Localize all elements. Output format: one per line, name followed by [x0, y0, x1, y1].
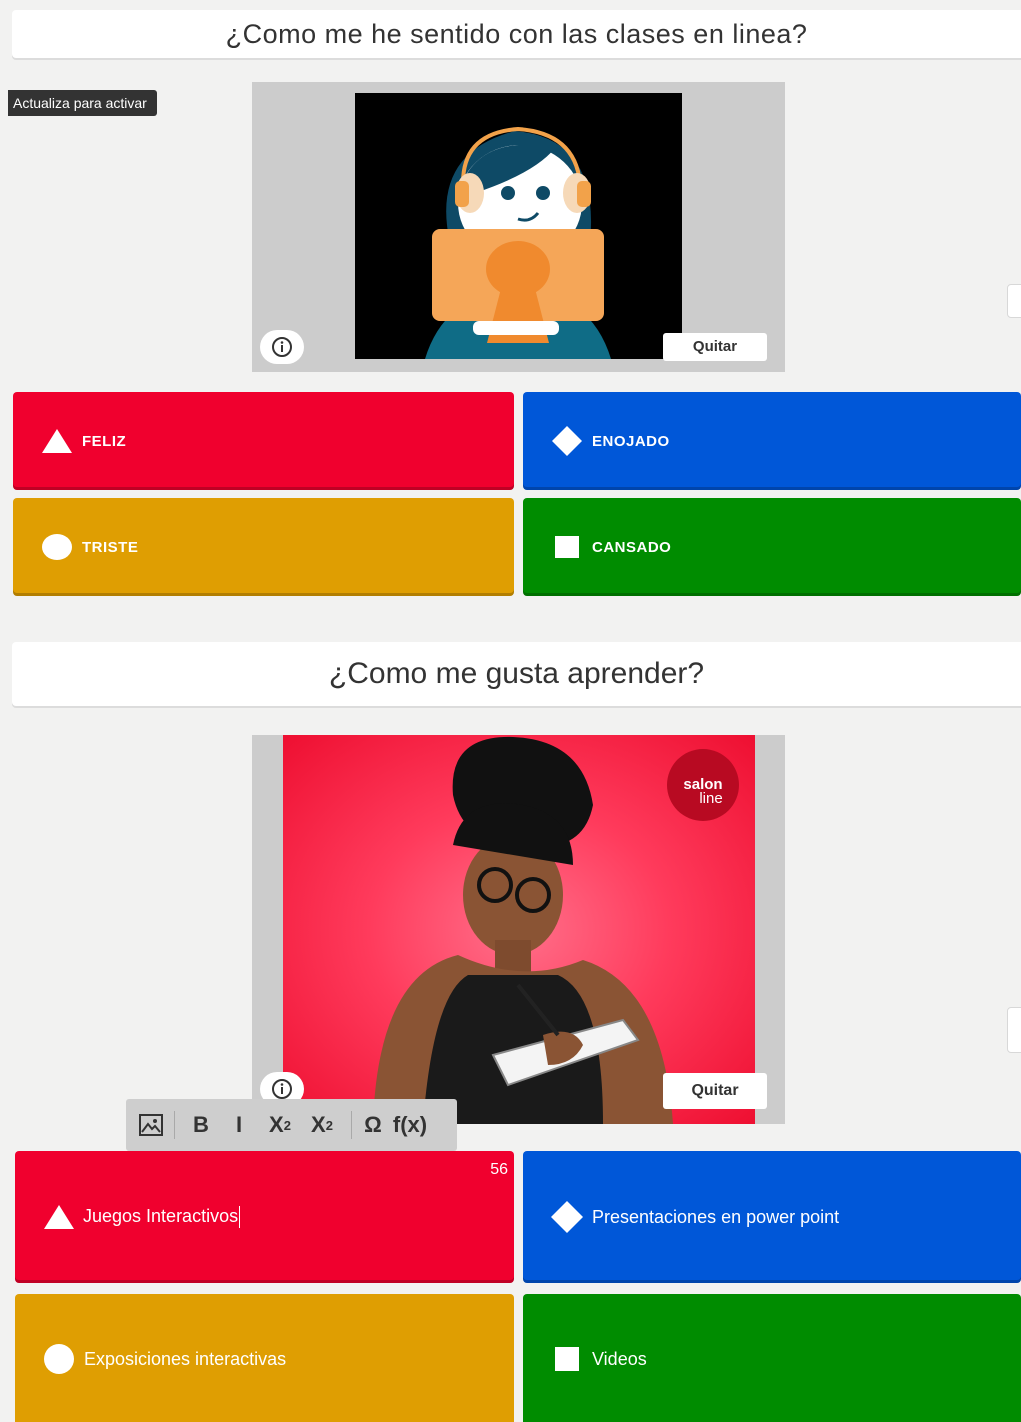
insert-image-icon[interactable] [136, 1105, 166, 1145]
answer-4-green[interactable]: CANSADO [523, 498, 1021, 596]
answer-label: ENOJADO [592, 432, 670, 450]
superscript-mark: 2 [325, 1117, 333, 1133]
answer-4-green[interactable]: Videos [523, 1294, 1021, 1422]
superscript-base: X [311, 1112, 326, 1137]
answer-text-input[interactable]: Juegos Interactivos [83, 1205, 241, 1229]
question-1-media [252, 82, 785, 372]
text-format-toolbar: B I X2 X2 Ω f(x) [126, 1099, 457, 1151]
circle-icon [27, 527, 87, 567]
answer-label: Exposiciones interactivas [84, 1349, 287, 1369]
text-caret [239, 1206, 241, 1229]
remove-media-button[interactable]: Quitar [663, 333, 767, 361]
subscript-button[interactable]: X2 [259, 1105, 301, 1145]
woman-writing-image: salon line [283, 735, 755, 1124]
answer-label: TRISTE [82, 538, 139, 556]
answer-2-blue[interactable]: Presentaciones en power point [523, 1151, 1021, 1283]
toolbar-divider [174, 1111, 175, 1139]
square-icon [537, 1339, 597, 1379]
answer-2-blue[interactable]: ENOJADO [523, 392, 1021, 490]
square-icon [537, 527, 597, 567]
character-counter: 56 [490, 1161, 508, 1178]
triangle-icon [29, 1197, 89, 1237]
answer-1-red[interactable]: 56 Juegos Interactivos [15, 1151, 514, 1283]
answer-3-yellow[interactable]: TRISTE [13, 498, 514, 596]
answer-label: Juegos Interactivos [83, 1205, 239, 1226]
info-icon[interactable] [260, 330, 304, 364]
answer-label: Videos [592, 1349, 647, 1369]
answer-label: FELIZ [82, 432, 127, 450]
circle-icon [29, 1339, 89, 1379]
bold-button[interactable]: B [183, 1105, 219, 1145]
question-2-media: salon line [252, 735, 785, 1124]
side-panel-tab[interactable] [1007, 1007, 1021, 1053]
superscript-button[interactable]: X2 [301, 1105, 343, 1145]
quiz-editor: ¿Como me he sentido con las clases en li… [0, 0, 1021, 1422]
answer-1-red[interactable]: FELIZ [13, 392, 514, 490]
remove-media-button[interactable]: Quitar [663, 1073, 767, 1109]
brand-logo-text: line [699, 790, 722, 807]
answer-label: Presentaciones en power point [592, 1206, 840, 1227]
triangle-icon [27, 421, 87, 461]
italic-button[interactable]: I [219, 1105, 259, 1145]
diamond-icon [537, 421, 597, 461]
question-2-title[interactable]: ¿Como me gusta aprender? [12, 642, 1021, 706]
question-1-title[interactable]: ¿Como me he sentido con las clases en li… [12, 10, 1021, 58]
subscript-mark: 2 [283, 1117, 291, 1133]
update-to-activate-badge: Actualiza para activar [8, 90, 157, 116]
subscript-base: X [269, 1112, 284, 1137]
special-characters-button[interactable]: Ω [360, 1105, 386, 1145]
answer-3-yellow[interactable]: Exposiciones interactivas [15, 1294, 514, 1422]
toolbar-divider [351, 1111, 352, 1139]
diamond-icon [537, 1197, 597, 1237]
headset-character-image [355, 93, 682, 359]
side-panel-tab[interactable] [1007, 284, 1021, 318]
answer-label: CANSADO [592, 538, 672, 556]
formula-button[interactable]: f(x) [386, 1105, 434, 1145]
